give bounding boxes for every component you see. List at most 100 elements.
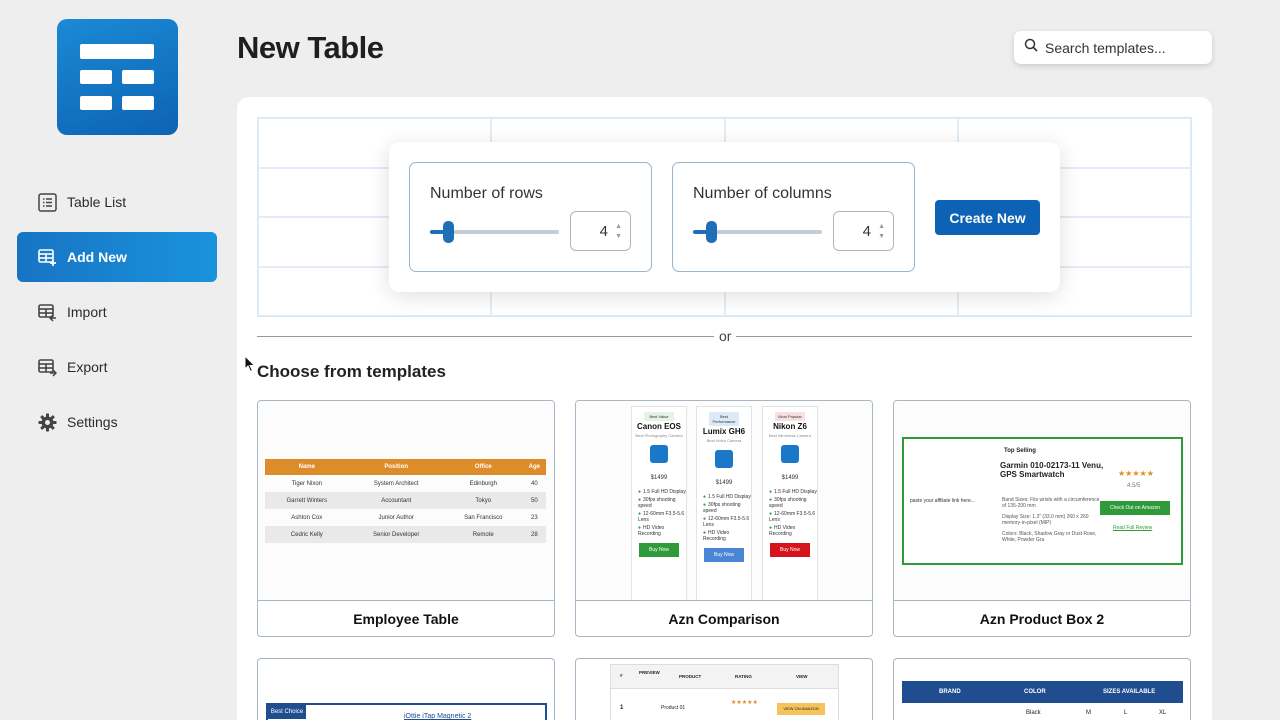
cell: Black [1026, 710, 1041, 716]
mouse-cursor-icon [244, 354, 256, 378]
create-new-button[interactable]: Create New [935, 200, 1040, 235]
buy-button: Buy Now [704, 548, 744, 562]
search-box[interactable] [1014, 31, 1212, 64]
product-badge: Best Performance [709, 412, 739, 426]
buy-button: Buy Now [770, 543, 810, 557]
employee-table-preview: Name Position Office Age Tiger Nixon Syst… [265, 459, 546, 543]
sidebar-item-export[interactable]: Export [17, 342, 217, 392]
template-card[interactable]: BRAND COLOR SIZES AVAILABLE Black M L XL [893, 658, 1191, 720]
sidebar-item-label: Export [67, 359, 108, 375]
columns-stepper[interactable]: 4 ▲ ▼ [833, 211, 894, 251]
sidebar-item-label: Table List [67, 194, 127, 210]
cell: 28 [522, 526, 546, 543]
product-price: $1499 [715, 480, 733, 486]
product-subtitle: Best Video Camera [706, 438, 742, 443]
table-row: Cedric Kelly Senior Developer Remote 28 [265, 526, 546, 543]
rows-slider[interactable] [430, 221, 559, 243]
sidebar-item-add-new[interactable]: Add New [17, 232, 217, 282]
cell: XL [1159, 710, 1167, 716]
header-cell: Name [265, 459, 349, 475]
sidebar-item-import[interactable]: Import [17, 287, 217, 337]
feature-item: 1.5 Full HD Display [638, 489, 686, 495]
sidebar-item-settings[interactable]: Settings [17, 397, 217, 447]
cell: Tokyo [443, 492, 523, 509]
star-rating-icon: ★★★★★ [731, 700, 758, 706]
feature-item: HD Video Recording [638, 525, 686, 537]
search-input[interactable] [1045, 39, 1195, 56]
search-icon [1024, 38, 1038, 57]
template-card-employee-table[interactable]: Name Position Office Age Tiger Nixon Syst… [257, 400, 555, 637]
stepper-arrows-icon[interactable]: ▲ ▼ [615, 222, 622, 242]
cell: M [1086, 710, 1091, 716]
product-box-preview: Top Selling Garmin 010-02173-11 Venu, GP… [902, 437, 1183, 565]
columns-slider-thumb[interactable] [706, 221, 717, 243]
columns-slider[interactable] [693, 221, 822, 243]
template-name: Azn Product Box 2 [979, 611, 1105, 627]
template-preview: # PREVIEW PRODUCT RATING VIEW 1 Product … [610, 664, 839, 720]
feature-list: 1.5 Full HD Display 30fps shooting speed… [638, 489, 686, 537]
header-cell: RATING [735, 674, 752, 679]
cta-button: Check Out on Amazon [1100, 501, 1170, 515]
table-header: BRAND COLOR SIZES AVAILABLE [902, 681, 1183, 703]
page-title: New Table [237, 30, 384, 65]
product-badge: Best Value [644, 412, 674, 421]
header-cell: Age [522, 459, 546, 475]
product-title: iOttie iTap Magnetic 2 [404, 713, 472, 720]
cell: Accountant [348, 492, 444, 509]
template-preview: Name Position Office Age Tiger Nixon Syst… [258, 401, 554, 601]
product-name: Canon EOS [636, 422, 681, 431]
badge: Best Choice [268, 705, 306, 719]
table-icon [650, 445, 668, 463]
table-row: Tiger Nixon System Architect Edinburgh 40 [265, 475, 546, 492]
product-price: $1499 [781, 475, 799, 481]
cell: Edinburgh [469, 480, 497, 487]
app-logo[interactable] [57, 19, 178, 135]
cell: 50 [522, 492, 546, 509]
buy-button: Buy Now [639, 543, 679, 557]
feature-item: 12-60mm F3.5-5.6 Lens [638, 511, 686, 523]
template-name: Azn Comparison [668, 611, 780, 627]
table-header: # PREVIEW PRODUCT RATING VIEW [611, 665, 838, 689]
header-cell: PRODUCT [679, 674, 702, 679]
table-row: Ashton Cox Junior Author San Francisco 23 [265, 509, 546, 526]
template-name: Employee Table [353, 611, 459, 627]
product-title: Garmin 010-02173-11 Venu, GPS Smartwatch [1000, 461, 1104, 479]
table-export-icon [38, 358, 57, 377]
star-rating-icon: ★★★★★ [1118, 469, 1154, 478]
gear-icon [38, 413, 57, 432]
main-card: Number of rows 4 ▲ ▼ Number of columns 4 ▲ ▼… [237, 97, 1212, 720]
feature-item: 30fps shooting speed [638, 497, 686, 509]
header-cell: COLOR [1024, 689, 1046, 695]
template-card[interactable]: Best Choice iOttie iTap Magnetic 2 [257, 658, 555, 720]
view-button: VIEW ON AMAZON [777, 703, 825, 715]
feature-list: Band Sizes: Fits wrists with a circumfer… [1002, 497, 1102, 543]
feature-item: 30fps shooting speed [769, 497, 817, 509]
stepper-arrows-icon[interactable]: ▲ ▼ [878, 222, 885, 242]
feature-list: 1.5 Full HD Display 30fps shooting speed… [703, 494, 751, 542]
header-cell: BRAND [939, 689, 961, 695]
columns-value: 4 [862, 222, 871, 240]
template-card-azn-comparison[interactable]: Best Value Canon EOS Best Photography Ca… [575, 400, 873, 637]
product-name: Nikon Z6 [773, 422, 807, 431]
header-cell: SIZES AVAILABLE [1103, 689, 1156, 695]
rows-slider-thumb[interactable] [443, 221, 454, 243]
feature-item: Display Size: 1.3" (33.0 mm) 260 x 260 m… [1002, 514, 1089, 526]
cell: L [1124, 710, 1128, 716]
header-cell: VIEW [796, 674, 808, 679]
sidebar-item-table-list[interactable]: Table List [17, 177, 217, 227]
cell: 1 [620, 705, 624, 711]
template-card-azn-product-box-2[interactable]: Top Selling Garmin 010-02173-11 Venu, GP… [893, 400, 1191, 637]
affiliate-text: paste your affiliate link here... [910, 498, 975, 504]
feature-item: 30fps shooting speed [703, 502, 751, 514]
cell: Junior Author [378, 514, 414, 521]
cell: Tiger Nixon [291, 480, 323, 487]
rows-field: Number of rows 4 ▲ ▼ [409, 162, 652, 272]
table-icon [781, 445, 799, 463]
template-preview: Best Value Canon EOS Best Photography Ca… [576, 401, 872, 601]
cell: San Francisco [464, 514, 503, 521]
product-price: $1499 [650, 475, 668, 481]
rows-stepper[interactable]: 4 ▲ ▼ [570, 211, 631, 251]
product-column: Most Popular Nikon Z6 Best Mirrorless Ca… [762, 406, 818, 600]
template-card[interactable]: # PREVIEW PRODUCT RATING VIEW 1 Product … [575, 658, 873, 720]
feature-item: Colors: Black, Shadow Gray or Dust Rose,… [1002, 531, 1097, 543]
